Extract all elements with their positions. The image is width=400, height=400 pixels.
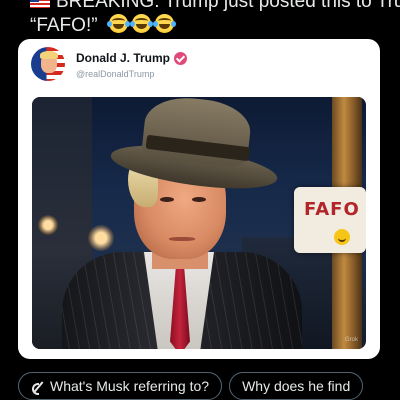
avatar[interactable]	[31, 47, 65, 81]
left-eye	[160, 197, 174, 202]
sign-text: FAFO	[304, 199, 360, 220]
display-name-text: Donald J. Trump	[76, 51, 171, 65]
tears-of-joy-emoji-icon	[129, 14, 153, 33]
mouth	[169, 237, 195, 241]
screen: BREAKING: Trump just posted this to Trut…	[0, 0, 400, 400]
post-quote: “FAFO!”	[30, 15, 98, 36]
emoji-row	[106, 14, 176, 33]
tears-of-joy-emoji-icon	[106, 14, 130, 33]
author-name[interactable]: Donald J. Trump	[76, 51, 188, 65]
suggestion-label: What's Musk referring to?	[50, 378, 210, 394]
street-light	[88, 225, 114, 251]
post-image[interactable]: FAFO Grok	[32, 97, 366, 349]
fafo-sign: FAFO	[294, 187, 366, 253]
author-handle[interactable]: @realDonaldTrump	[76, 69, 154, 79]
suggestion-chip-why[interactable]: Why does he find	[229, 372, 364, 400]
suggestion-chip-musk[interactable]: What's Musk referring to?	[18, 372, 223, 400]
image-watermark: Grok	[344, 337, 358, 343]
card-header: Donald J. Trump @realDonaldTrump	[18, 39, 380, 95]
embedded-post-card[interactable]: Donald J. Trump @realDonaldTrump FAFO Gr…	[18, 39, 380, 359]
post-headline: BREAKING: Trump just posted this to Trut…	[56, 0, 400, 12]
post-text-line-2: “FAFO!”	[30, 14, 390, 38]
tears-of-joy-emoji-icon	[152, 14, 176, 33]
suggestion-label: Why does he find	[242, 378, 351, 394]
smiley-icon	[334, 229, 350, 245]
street-light	[38, 215, 58, 235]
suggestion-chips: What's Musk referring to? Why does he fi…	[18, 372, 364, 400]
grok-icon	[31, 380, 44, 395]
post-text-line-1: BREAKING: Trump just posted this to Trut…	[30, 0, 400, 14]
us-flag-icon	[30, 0, 50, 9]
post-text: BREAKING: Trump just posted this to Trut…	[30, 0, 400, 38]
verified-badge-icon	[174, 51, 188, 65]
right-eye	[192, 197, 206, 202]
